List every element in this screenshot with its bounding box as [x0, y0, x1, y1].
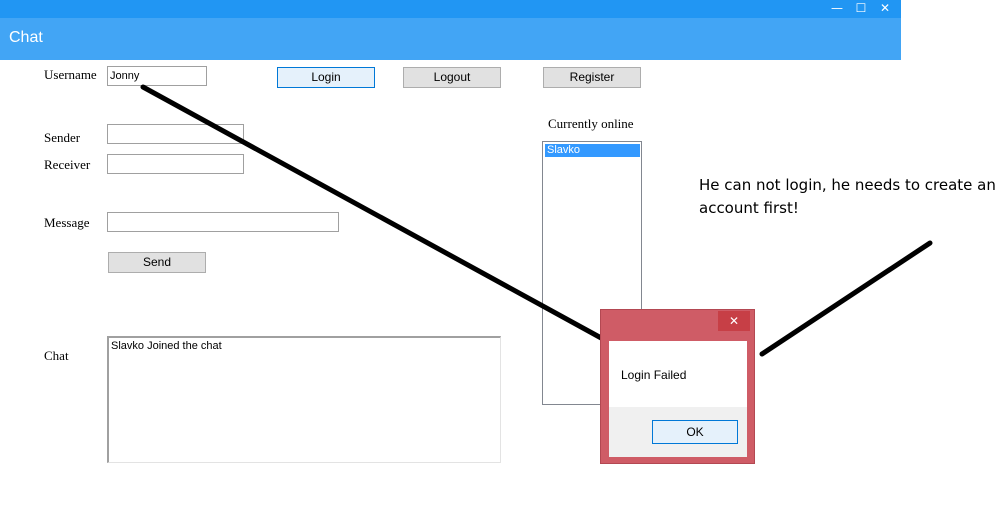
dialog-footer: OK	[609, 407, 747, 457]
annotation-line-to-note	[759, 240, 933, 357]
annotation-line-to-dialog	[140, 84, 606, 342]
dialog-message: Login Failed	[621, 368, 687, 382]
close-icon[interactable]: ✕	[718, 311, 750, 331]
login-failed-dialog: ✕ Login Failed OK	[600, 309, 755, 464]
annotation-note: He can not login, he needs to create an …	[699, 176, 996, 217]
annotation-arrows	[140, 84, 933, 357]
dialog-body: Login Failed	[609, 341, 747, 407]
ok-button[interactable]: OK	[652, 420, 738, 444]
